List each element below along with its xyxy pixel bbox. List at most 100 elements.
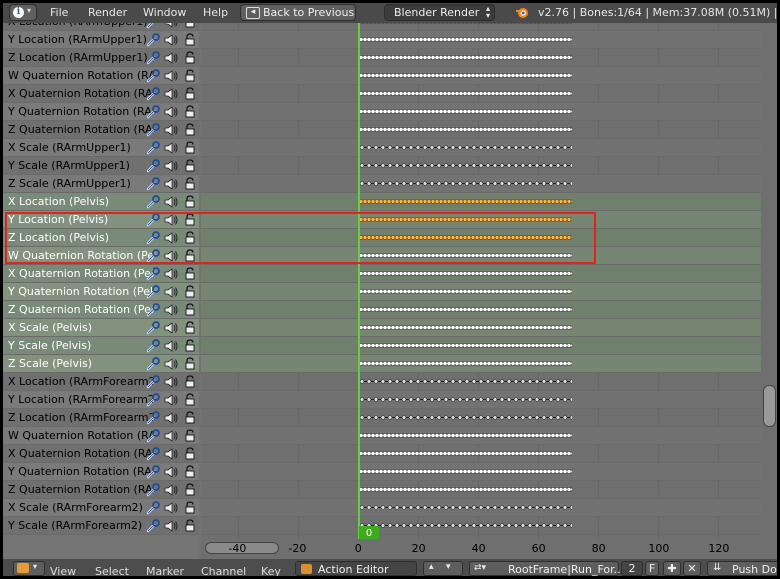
mute-speaker-icon[interactable] (163, 303, 179, 317)
editor-type-button[interactable]: ▾ (13, 561, 45, 576)
keyframe-markers[interactable] (359, 91, 572, 96)
lock-icon[interactable] (183, 339, 197, 353)
lock-icon[interactable] (183, 267, 197, 281)
channel-row[interactable]: W Quaternion Rotation (Pelvis) (3, 247, 199, 265)
keyframe-row[interactable] (201, 49, 761, 67)
mute-speaker-icon[interactable] (163, 177, 179, 191)
lock-icon[interactable] (183, 23, 197, 29)
menu-key[interactable]: Key (261, 565, 281, 576)
channel-row[interactable]: X Quaternion Rotation (RArmUpper1) (3, 85, 199, 103)
modifier-wrench-icon[interactable] (145, 483, 161, 497)
keyframe-markers[interactable] (359, 523, 572, 528)
keyframe-row[interactable] (201, 283, 761, 301)
keyframe-markers[interactable] (359, 379, 572, 384)
mute-speaker-icon[interactable] (163, 429, 179, 443)
mute-speaker-icon[interactable] (163, 105, 179, 119)
menu-window[interactable]: Window (143, 6, 186, 19)
mute-speaker-icon[interactable] (163, 519, 179, 533)
keyframe-row[interactable] (201, 265, 761, 283)
modifier-wrench-icon[interactable] (145, 285, 161, 299)
channel-row[interactable]: Y Scale (RArmForearm2) (3, 517, 199, 535)
lock-icon[interactable] (183, 321, 197, 335)
keyframe-row[interactable] (201, 391, 761, 409)
channel-list[interactable]: X Location (RArmUpper1) Y Location (RArmU… (3, 23, 199, 559)
keyframe-row[interactable] (201, 211, 761, 229)
channel-row[interactable]: X Location (Pelvis) (3, 193, 199, 211)
modifier-wrench-icon[interactable] (145, 267, 161, 281)
modifier-wrench-icon[interactable] (145, 447, 161, 461)
modifier-wrench-icon[interactable] (145, 339, 161, 353)
modifier-wrench-icon[interactable] (145, 321, 161, 335)
mute-speaker-icon[interactable] (163, 357, 179, 371)
lock-icon[interactable] (183, 213, 197, 227)
vertical-scrollbar-thumb[interactable] (763, 385, 776, 427)
lock-icon[interactable] (183, 69, 197, 83)
channel-row[interactable]: Y Scale (RArmUpper1) (3, 157, 199, 175)
push-down-button[interactable]: ⇊ Push Do (707, 561, 777, 576)
lock-icon[interactable] (183, 285, 197, 299)
channel-row[interactable]: Y Quaternion Rotation (RArmUpper1) (3, 103, 199, 121)
keyframe-row[interactable] (201, 139, 761, 157)
modifier-wrench-icon[interactable] (145, 123, 161, 137)
mute-speaker-icon[interactable] (163, 375, 179, 389)
dopesheet-mode-select[interactable]: Action Editor (295, 561, 417, 576)
vertical-scrollbar-track[interactable] (761, 23, 777, 559)
keyframe-markers[interactable] (359, 37, 572, 42)
modifier-wrench-icon[interactable] (145, 141, 161, 155)
channel-row[interactable]: Y Location (RArmForearm2) (3, 391, 199, 409)
menu-file[interactable]: File (50, 6, 68, 19)
channel-row[interactable]: Z Quaternion Rotation (Pelvis) (3, 301, 199, 319)
keyframe-markers[interactable] (359, 271, 572, 276)
mute-speaker-icon[interactable] (163, 501, 179, 515)
modifier-wrench-icon[interactable] (145, 51, 161, 65)
keyframe-markers[interactable] (359, 73, 572, 78)
keyframe-row[interactable] (201, 481, 761, 499)
dopesheet-keyframe-area[interactable] (201, 23, 761, 539)
keyframe-markers[interactable] (359, 145, 572, 150)
keyframe-row[interactable] (201, 121, 761, 139)
channel-row[interactable]: X Location (RArmUpper1) (3, 23, 199, 31)
mute-speaker-icon[interactable] (163, 249, 179, 263)
lock-icon[interactable] (183, 195, 197, 209)
keyframe-row[interactable] (201, 247, 761, 265)
channel-row[interactable]: X Quaternion Rotation (Pelvis) (3, 265, 199, 283)
keyframe-row[interactable] (201, 193, 761, 211)
mute-speaker-icon[interactable] (163, 69, 179, 83)
keyframe-row[interactable] (201, 499, 761, 517)
keyframe-markers[interactable] (359, 343, 572, 348)
editor-type-info-button[interactable]: i ▾ (9, 4, 37, 21)
lock-icon[interactable] (183, 519, 197, 533)
lock-icon[interactable] (183, 231, 197, 245)
keyframe-row[interactable] (201, 445, 761, 463)
mute-speaker-icon[interactable] (163, 339, 179, 353)
mute-speaker-icon[interactable] (163, 483, 179, 497)
modifier-wrench-icon[interactable] (145, 231, 161, 245)
keyframe-markers[interactable] (359, 163, 572, 168)
keyframe-markers[interactable] (359, 127, 572, 132)
channel-row[interactable]: Z Scale (RArmUpper1) (3, 175, 199, 193)
mute-speaker-icon[interactable] (163, 285, 179, 299)
modifier-wrench-icon[interactable] (145, 159, 161, 173)
lock-icon[interactable] (183, 87, 197, 101)
keyframe-row[interactable] (201, 157, 761, 175)
channel-row[interactable]: Z Location (RArmUpper1) (3, 49, 199, 67)
modifier-wrench-icon[interactable] (145, 195, 161, 209)
keyframe-markers[interactable] (359, 289, 572, 294)
back-to-previous-button[interactable]: ◂ Back to Previous (240, 4, 356, 21)
keyframe-markers[interactable] (359, 469, 572, 474)
keyframe-markers[interactable] (359, 55, 572, 60)
channel-row[interactable]: Z Scale (Pelvis) (3, 355, 199, 373)
lock-icon[interactable] (183, 177, 197, 191)
lock-icon[interactable] (183, 447, 197, 461)
channel-row[interactable]: Y Location (Pelvis) (3, 211, 199, 229)
keyframe-row[interactable] (201, 175, 761, 193)
keyframe-row[interactable] (201, 409, 761, 427)
keyframe-markers[interactable] (359, 487, 572, 492)
keyframe-row[interactable] (201, 373, 761, 391)
keyframe-row[interactable] (201, 67, 761, 85)
mute-speaker-icon[interactable] (163, 213, 179, 227)
keyframe-markers[interactable] (359, 415, 572, 420)
lock-icon[interactable] (183, 501, 197, 515)
keyframe-row[interactable] (201, 31, 761, 49)
lock-icon[interactable] (183, 123, 197, 137)
